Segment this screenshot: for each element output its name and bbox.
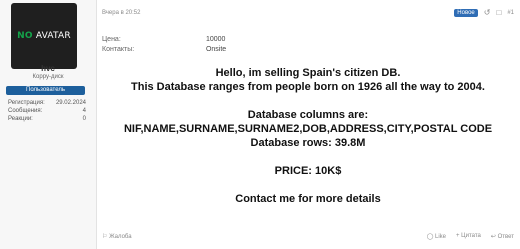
field-value: Onsite	[205, 46, 227, 53]
thumbs-up-icon: ◯	[426, 234, 434, 240]
share-icon[interactable]: ↺	[484, 8, 491, 17]
flag-icon: ⚐	[102, 234, 108, 240]
stat-reactions: Реакции: 0	[8, 116, 86, 122]
reply-label: Ответ	[497, 234, 514, 240]
footer-actions: ◯ Like + Цитата ↩ Ответ	[427, 233, 514, 240]
field-price: Цена: 10000	[102, 36, 225, 43]
quote-button[interactable]: + Цитата	[456, 233, 481, 240]
stat-label: Реакции:	[8, 116, 33, 122]
body-line-1: Hello, im selling Spain's citizen DB.	[215, 67, 401, 79]
post-content: Вчера в 20:52 Новое ↺ □ #1 Цена: 10000 К…	[96, 0, 520, 249]
stat-label: Регистрация:	[8, 100, 45, 106]
user-title: Корру-диск	[32, 74, 64, 80]
report-label: Жалоба	[109, 234, 132, 240]
avatar[interactable]: NO AVATAR	[11, 3, 77, 69]
body-line-3: Database columns are:	[247, 109, 369, 121]
reply-button[interactable]: ↩ Ответ	[491, 233, 514, 240]
body-line-2: This Database ranges from people born on…	[131, 81, 485, 93]
field-contacts: Контакты: Onsite	[102, 46, 226, 53]
field-label: Цена:	[102, 36, 121, 43]
avatar-text-no: NO	[17, 31, 33, 41]
bookmark-icon[interactable]: □	[496, 8, 501, 17]
like-label: Like	[434, 234, 446, 240]
post-header-actions: Новое ↺ □ #1	[454, 8, 514, 17]
stat-value: 29.02.2024	[55, 100, 86, 106]
body-line-6: PRICE: 10K$	[274, 165, 342, 177]
avatar-text-avatar: AVATAR	[35, 31, 71, 41]
body-line-5: Database rows: 39.8M	[250, 137, 366, 149]
report-button[interactable]: ⚐ Жалоба	[102, 233, 132, 240]
stat-value: 0	[82, 116, 86, 122]
stat-label: Сообщения:	[8, 108, 43, 114]
post-number[interactable]: #1	[507, 10, 514, 16]
new-badge: Новое	[454, 8, 478, 17]
post-date[interactable]: Вчера в 20:52	[102, 10, 140, 16]
username[interactable]: hvc	[0, 64, 96, 73]
like-button[interactable]: ◯ Like	[427, 233, 446, 240]
reply-icon: ↩	[490, 234, 496, 240]
stat-registration: Регистрация: 29.02.2024	[8, 100, 86, 106]
body-line-4: NIF,NAME,SURNAME,SURNAME2,DOB,ADDRESS,CI…	[123, 123, 493, 135]
stat-messages: Сообщения: 4	[8, 108, 86, 114]
post-body: Hello, im selling Spain's citizen DB. Th…	[96, 66, 520, 206]
forum-post: NO AVATAR hvc Корру-диск Пользователь Ре…	[0, 0, 520, 249]
role-badge: Пользователь	[6, 86, 85, 95]
field-value: 10000	[205, 36, 226, 43]
body-line-7: Contact me for more details	[235, 193, 381, 205]
user-info-panel: NO AVATAR hvc Корру-диск Пользователь Ре…	[0, 0, 97, 249]
stat-value: 4	[82, 108, 86, 114]
field-label: Контакты:	[102, 46, 135, 53]
